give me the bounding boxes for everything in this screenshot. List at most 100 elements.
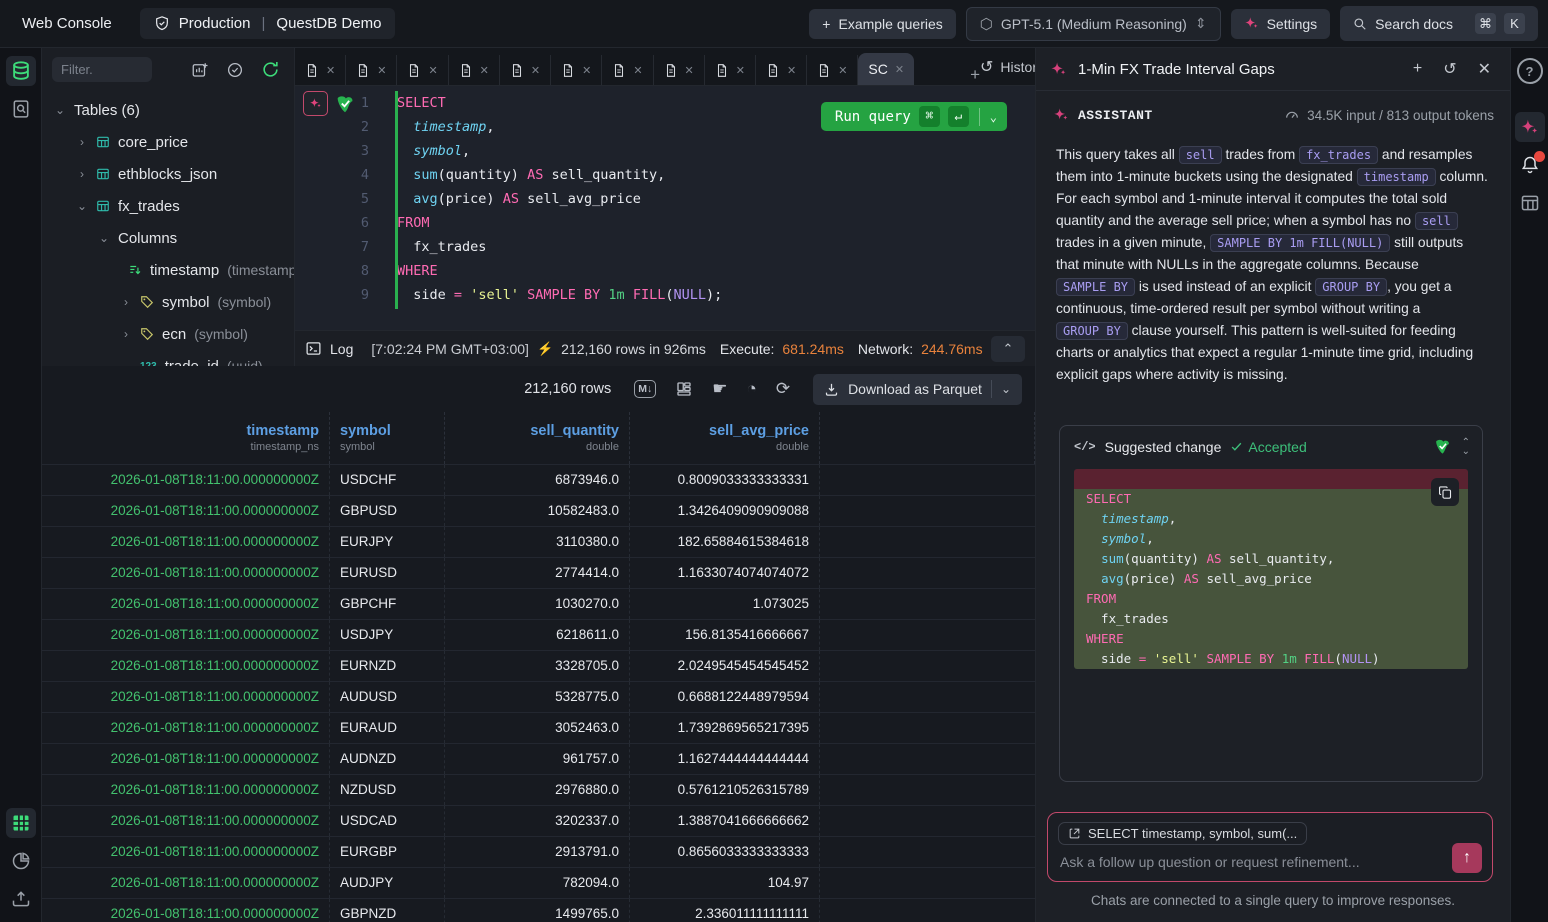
ai-assistant-button[interactable] <box>1515 112 1545 142</box>
close-tab-icon[interactable]: ✕ <box>582 64 591 77</box>
editor-tab[interactable]: ✕ <box>551 55 602 85</box>
chevron-right-icon[interactable]: › <box>76 167 88 181</box>
chevron-right-icon[interactable]: › <box>76 135 88 149</box>
tree-table-ethblocks_json[interactable]: ›ethblocks_json <box>42 158 294 190</box>
close-tab-icon[interactable]: ✕ <box>326 64 335 77</box>
column-header-sell_quantity[interactable]: sell_quantitydouble <box>445 412 630 464</box>
close-tab-icon[interactable]: ✕ <box>685 64 694 77</box>
query-log-nav-icon[interactable] <box>6 94 36 124</box>
chart-view-icon-button[interactable] <box>6 846 36 876</box>
model-selector[interactable]: ⬡ GPT-5.1 (Medium Reasoning) ⇕ <box>966 7 1221 41</box>
attached-query-chip[interactable]: SELECT timestamp, symbol, sum(... <box>1058 822 1307 845</box>
editor-tab[interactable]: ✕ <box>397 55 448 85</box>
table-row[interactable]: 2026-01-08T18:11:00.000000000ZAUDUSD5328… <box>42 681 1035 712</box>
tree-column-trade_id[interactable]: 123trade_id(uuid) <box>42 350 294 366</box>
close-tab-icon[interactable]: ✕ <box>531 64 540 77</box>
check-circle-icon[interactable] <box>226 61 244 79</box>
tables-nav-icon[interactable] <box>6 56 36 86</box>
editor-tab[interactable]: ✕ <box>654 55 705 85</box>
refresh-results-icon[interactable]: ⟳ <box>776 379 790 399</box>
send-button[interactable]: ↑ <box>1452 843 1482 873</box>
tree-table-fx_trades[interactable]: ⌄fx_trades <box>42 190 294 222</box>
applied-check-icon[interactable] <box>1433 437 1452 456</box>
filter-input[interactable] <box>52 57 152 82</box>
tree-columns-folder[interactable]: ⌄Columns <box>42 222 294 254</box>
download-parquet-button[interactable]: Download as Parquet ⌄ <box>813 374 1022 405</box>
chat-input[interactable] <box>1058 853 1392 871</box>
grid-view-icon-button[interactable] <box>6 808 36 838</box>
tree-table-core_price[interactable]: ›core_price <box>42 126 294 158</box>
table-row[interactable]: 2026-01-08T18:11:00.000000000ZEURGBP2913… <box>42 836 1035 867</box>
table-row[interactable]: 2026-01-08T18:11:00.000000000ZEURNZD3328… <box>42 650 1035 681</box>
environment-badge[interactable]: Production | QuestDB Demo <box>140 8 396 39</box>
table-row[interactable]: 2026-01-08T18:11:00.000000000ZAUDJPY7820… <box>42 867 1035 898</box>
chat-history-button[interactable]: ↺ <box>1438 59 1461 79</box>
new-tab-button[interactable]: + <box>970 65 980 85</box>
table-row[interactable]: 2026-01-08T18:11:00.000000000ZUSDJPY6218… <box>42 619 1035 650</box>
chevron-right-icon[interactable]: › <box>120 295 132 309</box>
ai-suggest-button[interactable] <box>303 91 328 116</box>
editor-tab[interactable]: ✕ <box>756 55 807 85</box>
table-row[interactable]: 2026-01-08T18:11:00.000000000ZNZDUSD2976… <box>42 774 1035 805</box>
close-tab-icon[interactable]: ✕ <box>377 64 386 77</box>
refresh-icon[interactable] <box>261 60 280 79</box>
download-options-chevron-icon[interactable]: ⌄ <box>1001 382 1011 396</box>
editor-tab[interactable]: ✕ <box>449 55 500 85</box>
collapse-expand-icon[interactable]: ⌃⌄ <box>1462 438 1470 456</box>
close-tab-icon[interactable]: ✕ <box>787 64 796 77</box>
collapse-log-button[interactable]: ⌃ <box>991 336 1025 362</box>
editor-tab[interactable]: ✕ <box>295 55 346 85</box>
notifications-button[interactable] <box>1515 150 1545 180</box>
tree-column-symbol[interactable]: ›symbol(symbol) <box>42 286 294 318</box>
table-row[interactable]: 2026-01-08T18:11:00.000000000ZEURAUD3052… <box>42 712 1035 743</box>
chevron-down-icon[interactable]: ⌄ <box>98 231 110 245</box>
editor-tab[interactable]: ✕ <box>705 55 756 85</box>
help-button[interactable]: ? <box>1515 56 1545 86</box>
table-row[interactable]: 2026-01-08T18:11:00.000000000ZEURJPY3110… <box>42 526 1035 557</box>
close-tab-icon[interactable]: ✕ <box>633 64 642 77</box>
tree-column-timestamp[interactable]: timestamp(timestamp. <box>42 254 294 286</box>
chevron-down-icon[interactable]: ⌄ <box>54 103 66 117</box>
tree-root-tables[interactable]: ⌄Tables (6) <box>42 94 294 126</box>
run-query-button[interactable]: Run query ⌘ ↵ ⌄ <box>821 102 1007 131</box>
close-tab-icon[interactable]: ✕ <box>838 64 847 77</box>
editor-tab[interactable]: ✕ <box>346 55 397 85</box>
copy-markdown-icon[interactable]: M↓ <box>634 380 656 398</box>
close-tab-icon[interactable]: ✕ <box>736 64 745 77</box>
new-chat-button[interactable]: + <box>1408 60 1427 78</box>
table-row[interactable]: 2026-01-08T18:11:00.000000000ZGBPNZD1499… <box>42 898 1035 922</box>
close-tab-icon[interactable]: ✕ <box>480 64 489 77</box>
close-tab-icon[interactable]: ✕ <box>428 64 437 77</box>
chat-input-box[interactable]: SELECT timestamp, symbol, sum(... ↑ <box>1047 812 1493 882</box>
editor-tab-active[interactable]: SC✕ <box>858 53 914 85</box>
add-metrics-icon[interactable] <box>191 61 209 79</box>
table-row[interactable]: 2026-01-08T18:11:00.000000000ZAUDNZD9617… <box>42 743 1035 774</box>
table-row[interactable]: 2026-01-08T18:11:00.000000000ZGBPCHF1030… <box>42 588 1035 619</box>
column-header-timestamp[interactable]: timestamptimestamp_ns <box>42 412 330 464</box>
example-queries-button[interactable]: + Example queries <box>809 9 955 39</box>
import-icon-button[interactable] <box>6 884 36 914</box>
pointer-hand-icon[interactable]: ☛ <box>712 379 727 399</box>
grid-layout-icon[interactable] <box>675 380 693 398</box>
editor-tab[interactable]: ✕ <box>807 55 858 85</box>
chevron-right-icon[interactable]: › <box>120 327 132 341</box>
table-row[interactable]: 2026-01-08T18:11:00.000000000ZUSDCAD3202… <box>42 805 1035 836</box>
close-tab-icon[interactable]: ✕ <box>895 63 904 76</box>
timer-icon[interactable]: ◔ <box>747 379 757 399</box>
result-panel-button[interactable] <box>1515 188 1545 218</box>
column-header-sell_avg_price[interactable]: sell_avg_pricedouble <box>630 412 820 464</box>
copy-code-button[interactable] <box>1431 478 1459 506</box>
editor-tab[interactable]: ✕ <box>500 55 551 85</box>
table-row[interactable]: 2026-01-08T18:11:00.000000000ZUSDCHF6873… <box>42 464 1035 495</box>
run-options-chevron-icon[interactable]: ⌄ <box>990 110 997 124</box>
close-chat-button[interactable]: ✕ <box>1473 59 1496 79</box>
code-editor[interactable]: 1SELECT2 timestamp,3 symbol,4 sum(quanti… <box>295 86 1035 330</box>
editor-tab[interactable]: ✕ <box>602 55 653 85</box>
chevron-down-icon[interactable]: ⌄ <box>76 199 88 213</box>
search-docs-button[interactable]: Search docs ⌘ K <box>1340 6 1538 41</box>
table-row[interactable]: 2026-01-08T18:11:00.000000000ZGBPUSD1058… <box>42 495 1035 526</box>
tree-column-ecn[interactable]: ›ecn(symbol) <box>42 318 294 350</box>
column-header-symbol[interactable]: symbolsymbol <box>330 412 445 464</box>
table-row[interactable]: 2026-01-08T18:11:00.000000000ZEURUSD2774… <box>42 557 1035 588</box>
settings-button[interactable]: Settings <box>1231 9 1331 39</box>
